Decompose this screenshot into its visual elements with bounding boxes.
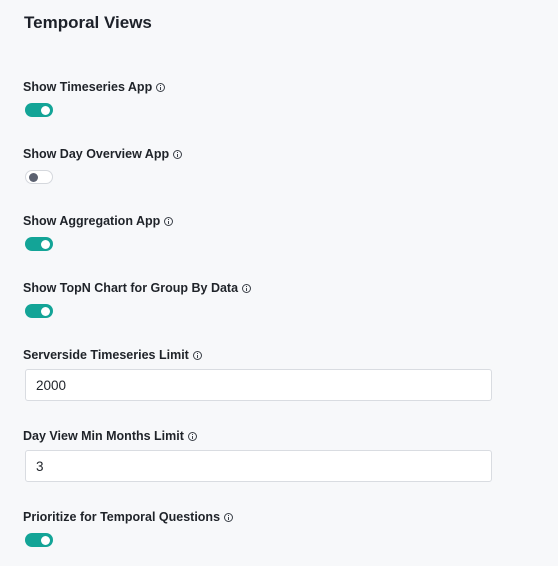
show-day-overview-app-toggle[interactable] bbox=[25, 170, 53, 184]
info-icon[interactable] bbox=[173, 149, 183, 159]
toggle-knob bbox=[41, 105, 50, 115]
setting-label-text: Show Timeseries App bbox=[23, 80, 153, 94]
setting-label-show-topn-chart: Show TopN Chart for Group By Data bbox=[23, 281, 252, 295]
setting-label-show-timeseries-app: Show Timeseries App bbox=[23, 80, 166, 94]
setting-label-text: Prioritize for Temporal Questions bbox=[23, 510, 221, 524]
info-icon[interactable] bbox=[156, 82, 166, 92]
prioritize-temporal-questions-toggle[interactable] bbox=[25, 533, 53, 547]
serverside-timeseries-limit-input[interactable] bbox=[25, 369, 492, 401]
setting-label-text: Show Day Overview App bbox=[23, 147, 170, 161]
setting-label-show-aggregation-app: Show Aggregation App bbox=[23, 214, 174, 228]
section-title: Temporal Views bbox=[24, 13, 152, 32]
info-icon[interactable] bbox=[224, 512, 234, 522]
show-timeseries-app-toggle[interactable] bbox=[25, 103, 53, 117]
setting-label-day-view-min-months-limit: Day View Min Months Limit bbox=[23, 429, 197, 443]
day-view-min-months-limit-input[interactable] bbox=[25, 450, 492, 482]
info-icon[interactable] bbox=[164, 216, 174, 226]
show-topn-chart-toggle[interactable] bbox=[25, 304, 53, 318]
setting-label-text: Serverside Timeseries Limit bbox=[23, 348, 189, 362]
toggle-knob bbox=[41, 239, 50, 249]
toggle-knob bbox=[29, 173, 38, 182]
info-icon[interactable] bbox=[192, 350, 202, 360]
temporal-views-panel: Temporal Views Show Timeseries App Show … bbox=[0, 0, 558, 566]
info-icon[interactable] bbox=[187, 431, 197, 441]
info-icon[interactable] bbox=[242, 283, 252, 293]
toggle-knob bbox=[41, 535, 50, 545]
setting-label-serverside-timeseries-limit: Serverside Timeseries Limit bbox=[23, 348, 202, 362]
setting-label-show-day-overview-app: Show Day Overview App bbox=[23, 147, 183, 161]
toggle-knob bbox=[41, 306, 50, 316]
setting-label-text: Day View Min Months Limit bbox=[23, 429, 184, 443]
setting-label-text: Show TopN Chart for Group By Data bbox=[23, 281, 239, 295]
setting-label-text: Show Aggregation App bbox=[23, 214, 161, 228]
show-aggregation-app-toggle[interactable] bbox=[25, 237, 53, 251]
setting-label-prioritize-temporal-questions: Prioritize for Temporal Questions bbox=[23, 510, 234, 524]
